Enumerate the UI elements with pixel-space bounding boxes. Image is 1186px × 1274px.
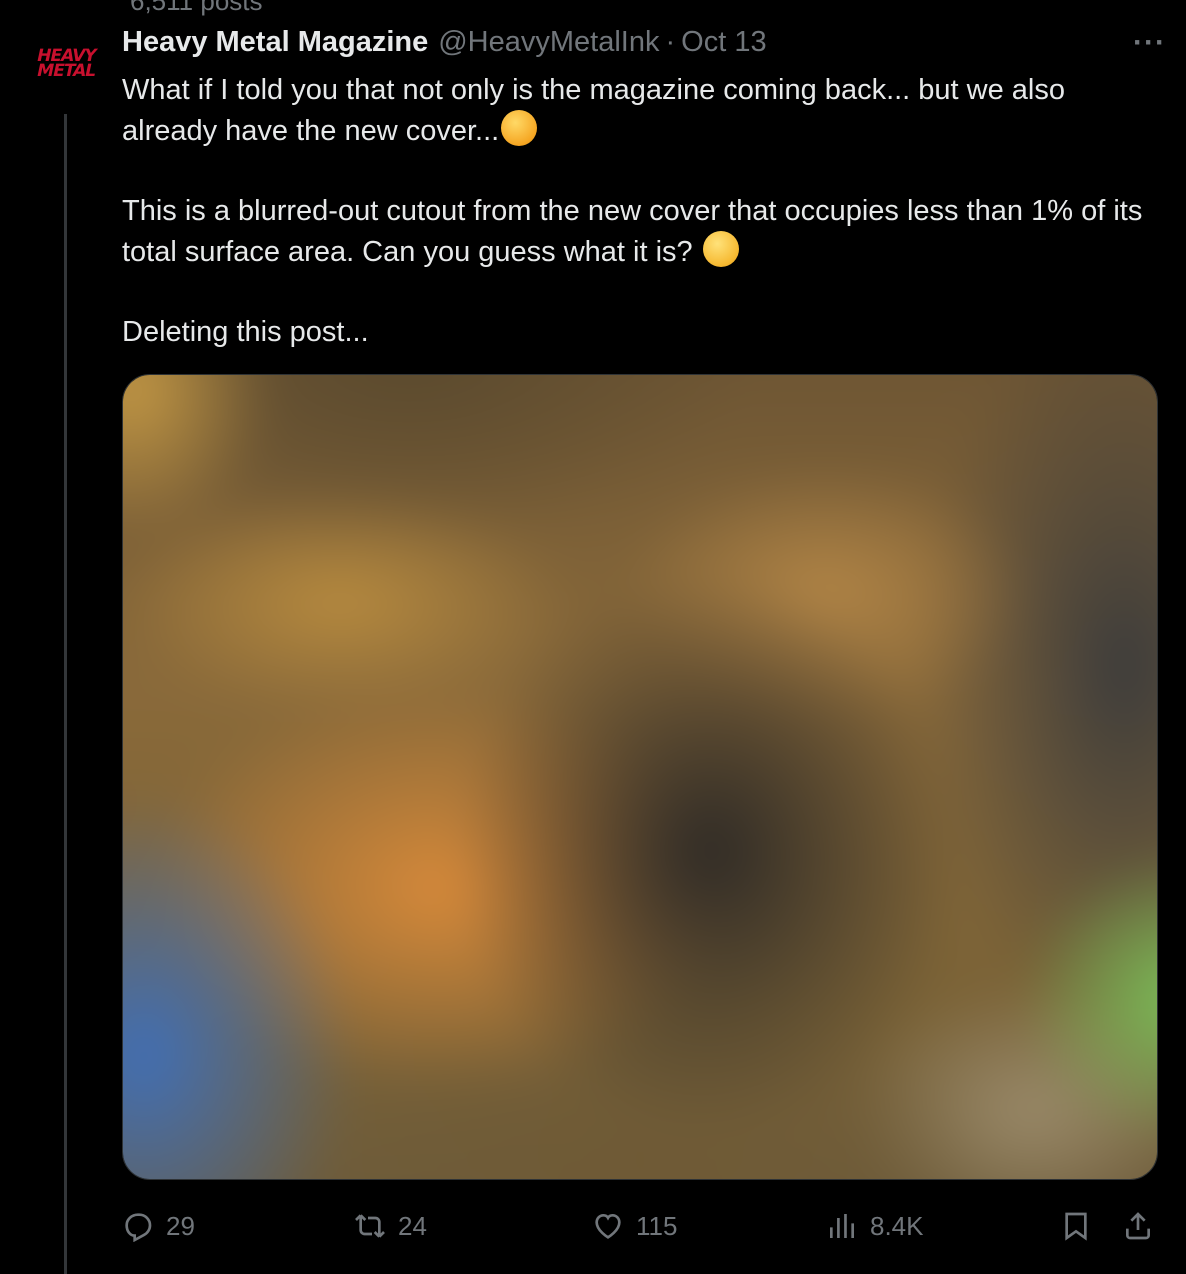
tweet-date[interactable]: Oct 13: [681, 26, 766, 59]
author-handle[interactable]: @HeavyMetalInk: [438, 26, 659, 59]
face-with-hand-over-mouth-emoji: [501, 110, 538, 146]
tweet-paragraph-3: Deleting this post...: [122, 316, 369, 348]
like-button[interactable]: 115: [592, 1210, 677, 1242]
profile-post-count: 6,511 posts: [130, 0, 263, 16]
tweet-media-image[interactable]: [122, 374, 1158, 1180]
retweet-count: 24: [398, 1210, 427, 1241]
more-options-icon[interactable]: ···: [1133, 26, 1166, 60]
retweet-button[interactable]: 24: [354, 1210, 427, 1242]
heart-icon: [595, 1213, 621, 1239]
bookmark-button[interactable]: [1060, 1210, 1092, 1242]
tweet-paragraph-1: What if I told you that not only is the …: [122, 74, 1065, 147]
tweet-actions-bar: 29 24 115 8.4K: [122, 1206, 1162, 1250]
reply-button[interactable]: 29: [122, 1210, 195, 1242]
avatar-logo-line2: METAL: [35, 61, 98, 81]
tweet-header: Heavy Metal Magazine @HeavyMetalInk · Oc…: [122, 26, 1166, 59]
author-name[interactable]: Heavy Metal Magazine: [122, 26, 428, 59]
blurred-cover-cutout: [123, 375, 1157, 1179]
bookmark-icon: [1065, 1212, 1087, 1241]
views-chart-icon: [830, 1214, 854, 1238]
share-button[interactable]: [1122, 1210, 1154, 1242]
reply-count: 29: [166, 1210, 195, 1241]
view-count: 8.4K: [870, 1210, 924, 1241]
retweet-icon: [355, 1214, 385, 1238]
tweet-text: What if I told you that not only is the …: [122, 70, 1162, 352]
views-button[interactable]: 8.4K: [826, 1210, 924, 1242]
tweet-paragraph-2: This is a blurred-out cutout from the ne…: [122, 195, 1143, 268]
reply-icon: [125, 1213, 152, 1242]
thread-line: [64, 114, 67, 1274]
share-icon: [1126, 1212, 1150, 1240]
avatar[interactable]: HEAVY METAL: [32, 44, 100, 84]
header-separator: ·: [665, 26, 676, 58]
smirking-face-emoji: [702, 231, 739, 267]
like-count: 115: [636, 1210, 678, 1241]
